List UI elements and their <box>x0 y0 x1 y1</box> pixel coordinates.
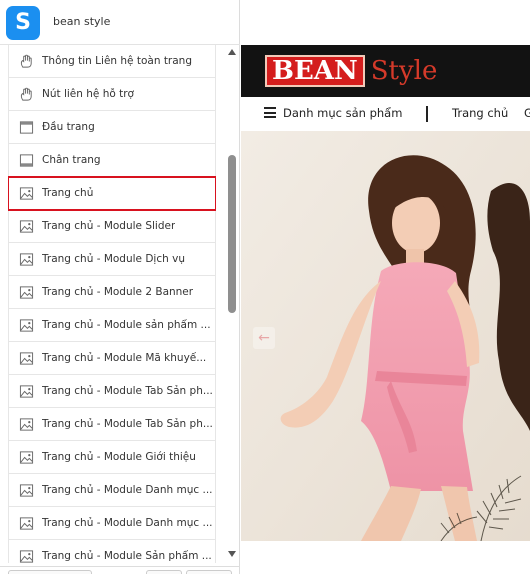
image-icon <box>18 185 35 202</box>
footer-button[interactable] <box>8 570 92 574</box>
sidebar-item[interactable]: Đầu trang <box>8 111 216 144</box>
sidebar-item-label: Trang chủ - Module Giới thiệu <box>42 451 196 463</box>
sidebar-footer <box>0 566 240 574</box>
sidebar-item-label: Trang chủ - Module Slider <box>42 220 176 232</box>
sidebar-scrollbar[interactable] <box>226 45 238 563</box>
image-icon <box>18 317 35 334</box>
nav-home-link[interactable]: Trang chủ <box>452 106 508 120</box>
sidebar-item-label: Trang chủ - Module sản phẩm ... <box>42 319 211 331</box>
sidebar-item[interactable]: Trang chủ - Module Sản phẩm ... <box>8 540 216 563</box>
nav-next-link[interactable]: G <box>524 106 530 120</box>
sidebar-item-label: Thông tin Liên hệ toàn trang <box>42 55 193 67</box>
sidebar-item-label: Trang chủ - Module Danh mục ... <box>42 517 213 529</box>
sidebar-item[interactable]: Chân trang <box>8 144 216 177</box>
theme-sections-sidebar: S bean style Thông tin Liên hệ toàn tran… <box>0 0 240 574</box>
sidebar-item[interactable]: Thông tin Liên hệ toàn trang <box>8 45 216 78</box>
sidebar-item-label: Trang chủ - Module Tab Sản ph... <box>42 418 213 430</box>
image-icon <box>18 416 35 433</box>
app-logo-letter: S <box>15 10 31 35</box>
sidebar-item-label: Trang chủ - Module Sản phẩm ... <box>42 550 212 562</box>
hero-slider-banner[interactable]: ← <box>241 131 530 541</box>
sapo-logo-icon[interactable]: S <box>6 6 40 40</box>
footer-button[interactable] <box>146 570 182 574</box>
logo-style-text: Style <box>370 56 438 86</box>
scrollbar-thumb[interactable] <box>228 155 236 313</box>
sidebar-item[interactable]: Trang chủ - Module Danh mục ... <box>8 474 216 507</box>
image-icon <box>18 548 35 564</box>
sidebar-item[interactable]: Trang chủ - Module Danh mục ... <box>8 507 216 540</box>
site-logo[interactable]: BEAN Style <box>265 55 437 87</box>
header-layout-icon <box>18 119 35 136</box>
sidebar-item[interactable]: Trang chủ - Module Slider <box>8 210 216 243</box>
section-list: Thông tin Liên hệ toàn trang Nút liên hệ … <box>8 45 216 563</box>
hero-banner-image <box>241 131 530 541</box>
sidebar-item[interactable]: Trang chủ - Module sản phẩm ... <box>8 309 216 342</box>
nav-category-menu[interactable]: Danh mục sản phẩm <box>283 106 402 120</box>
sidebar-item-label: Trang chủ <box>42 187 94 199</box>
sidebar-header: S bean style <box>0 0 240 45</box>
footer-layout-icon <box>18 152 35 169</box>
image-icon <box>18 482 35 499</box>
image-icon <box>18 284 35 301</box>
footer-button[interactable] <box>186 570 232 574</box>
hand-icon <box>18 53 35 70</box>
sidebar-item[interactable]: Trang chủ <box>8 176 216 211</box>
sidebar-item-label: Nút liên hệ hỗ trợ <box>42 88 134 100</box>
slider-prev-button[interactable]: ← <box>253 327 275 349</box>
storefront-preview: BEAN Style Danh mục sản phẩm Trang chủ G <box>241 0 530 574</box>
site-header-bar: BEAN Style <box>241 45 530 97</box>
sidebar-item-label: Trang chủ - Module Dịch vụ <box>42 253 185 265</box>
image-icon <box>18 251 35 268</box>
sidebar-item-label: Trang chủ - Module Tab Sản ph... <box>42 385 213 397</box>
sidebar-item-label: Đầu trang <box>42 121 95 133</box>
logo-bean-text: BEAN <box>272 56 358 86</box>
scroll-up-arrow-icon[interactable] <box>228 49 236 55</box>
nav-separator <box>426 106 428 122</box>
logo-bean-box: BEAN <box>265 55 365 87</box>
image-icon <box>18 515 35 532</box>
image-icon <box>18 383 35 400</box>
sidebar-item[interactable]: Trang chủ - Module Tab Sản ph... <box>8 408 216 441</box>
sidebar-item-label: Chân trang <box>42 154 101 166</box>
hand-icon <box>18 86 35 103</box>
arrow-left-icon: ← <box>258 330 270 346</box>
sidebar-item[interactable]: Trang chủ - Module Giới thiệu <box>8 441 216 474</box>
site-nav-bar: Danh mục sản phẩm Trang chủ G <box>241 97 530 130</box>
image-icon <box>18 449 35 466</box>
sidebar-item[interactable]: Nút liên hệ hỗ trợ <box>8 78 216 111</box>
sidebar-item-label: Trang chủ - Module Mã khuyế... <box>42 352 207 364</box>
sidebar-item[interactable]: Trang chủ - Module Mã khuyế... <box>8 342 216 375</box>
sidebar-item-label: Trang chủ - Module Danh mục ... <box>42 484 213 496</box>
sidebar-item[interactable]: Trang chủ - Module 2 Banner <box>8 276 216 309</box>
sidebar-item[interactable]: Trang chủ - Module Tab Sản ph... <box>8 375 216 408</box>
hamburger-menu-icon[interactable] <box>264 107 276 118</box>
sidebar-item[interactable]: Trang chủ - Module Dịch vụ <box>8 243 216 276</box>
image-icon <box>18 218 35 235</box>
store-name: bean style <box>53 15 111 28</box>
scroll-down-arrow-icon[interactable] <box>228 551 236 557</box>
sidebar-item-label: Trang chủ - Module 2 Banner <box>42 286 194 298</box>
image-icon <box>18 350 35 367</box>
